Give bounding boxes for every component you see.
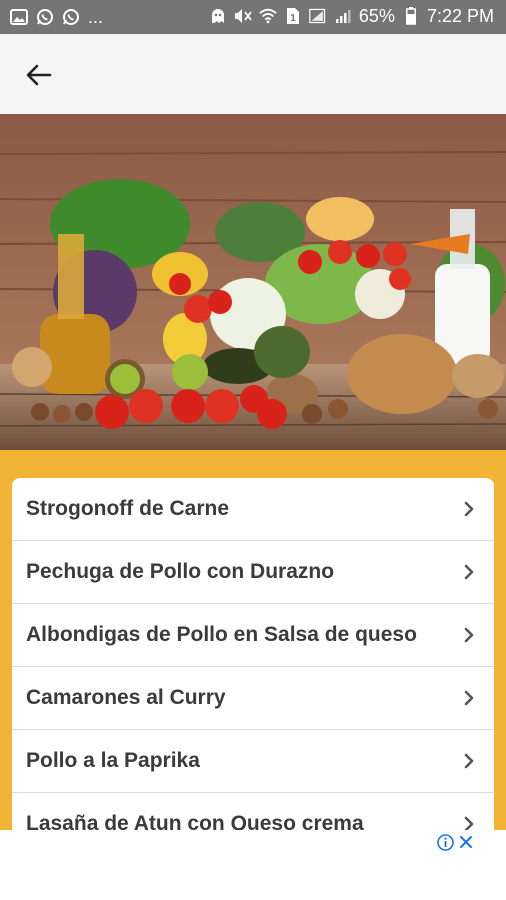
list-item-label: Lasaña de Atun con Queso crema <box>26 812 364 830</box>
list-item-label: Strogonoff de Carne <box>26 497 229 520</box>
system-icons: 1 65% 7:22 PM <box>209 6 494 26</box>
recipe-list: Strogonoff de Carne Pechuga de Pollo con… <box>12 478 494 830</box>
back-button[interactable] <box>22 58 56 92</box>
ghost-icon <box>209 7 227 25</box>
chevron-right-icon <box>464 690 474 706</box>
status-bar: ... 1 65% 7:22 PM <box>0 0 506 34</box>
list-item[interactable]: Lasaña de Atun con Queso crema <box>12 793 494 830</box>
signal-bars-icon <box>334 7 352 25</box>
wifi-icon <box>259 7 277 25</box>
clock: 7:22 PM <box>426 6 494 26</box>
list-item-label: Albondigas de Pollo en Salsa de queso <box>26 623 417 646</box>
chevron-right-icon <box>464 564 474 580</box>
list-item[interactable]: Strogonoff de Carne <box>12 478 494 541</box>
more-notifications: ... <box>88 7 104 27</box>
list-item[interactable]: Pollo a la Paprika <box>12 730 494 793</box>
app-bar <box>0 34 506 114</box>
list-item[interactable]: Pechuga de Pollo con Durazno <box>12 541 494 604</box>
notification-icons: ... <box>10 7 103 27</box>
svg-text:1: 1 <box>290 13 296 24</box>
list-item[interactable]: Albondigas de Pollo en Salsa de queso <box>12 604 494 667</box>
list-item-label: Pollo a la Paprika <box>26 749 200 772</box>
mute-icon <box>234 7 252 25</box>
ad-info-icon[interactable] <box>437 834 454 851</box>
battery-percent: 65% <box>358 6 395 26</box>
signal-icon <box>309 7 327 25</box>
ad-close-icon[interactable] <box>458 834 474 850</box>
list-item-label: Pechuga de Pollo con Durazno <box>26 560 335 583</box>
chevron-right-icon <box>464 816 474 830</box>
chevron-right-icon <box>464 501 474 517</box>
ad-banner[interactable] <box>0 830 506 900</box>
sim-icon: 1 <box>284 7 302 25</box>
whatsapp-icon <box>36 8 54 26</box>
gallery-icon <box>10 8 28 26</box>
vegetables-illustration <box>0 114 506 450</box>
chevron-right-icon <box>464 627 474 643</box>
whatsapp-icon <box>62 8 80 26</box>
battery-icon <box>402 7 420 25</box>
chevron-right-icon <box>464 753 474 769</box>
list-item-label: Camarones al Curry <box>26 686 226 709</box>
hero-image <box>0 114 506 450</box>
arrow-left-icon <box>26 64 52 86</box>
recipe-list-container: Strogonoff de Carne Pechuga de Pollo con… <box>0 450 506 830</box>
list-item[interactable]: Camarones al Curry <box>12 667 494 730</box>
